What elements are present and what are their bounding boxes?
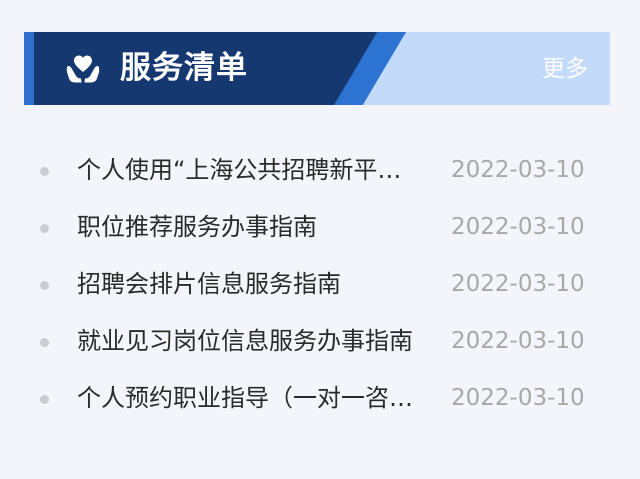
list-item-title[interactable]: 个人使用“上海公共招聘新平… — [77, 150, 437, 190]
list-item-date: 2022-03-10 — [451, 271, 585, 297]
panel-header: 服务清单 更多 — [24, 32, 610, 105]
list-item[interactable]: 职位推荐服务办事指南 2022-03-10 — [24, 197, 610, 254]
list-item[interactable]: 个人使用“上海公共招聘新平… 2022-03-10 — [24, 140, 610, 197]
list-item-title[interactable]: 就业见习岗位信息服务办事指南 — [77, 321, 437, 361]
list-item-title[interactable]: 招聘会排片信息服务指南 — [77, 264, 437, 304]
bullet-dot — [40, 224, 49, 233]
panel-title: 服务清单 — [120, 50, 248, 86]
header-accent-bar — [24, 32, 34, 105]
list-item-date: 2022-03-10 — [451, 385, 585, 411]
list-item[interactable]: 就业见习岗位信息服务办事指南 2022-03-10 — [24, 311, 610, 368]
bullet-dot — [40, 281, 49, 290]
list-item-date: 2022-03-10 — [451, 328, 585, 354]
bullet-dot — [40, 338, 49, 347]
hands-heart-icon — [66, 52, 100, 86]
service-list-panel: 服务清单 更多 个人使用“上海公共招聘新平… 2022-03-10 职位推荐服务… — [0, 0, 640, 479]
list-item-title[interactable]: 个人预约职业指导（一对一咨… — [77, 378, 437, 418]
bullet-dot — [40, 395, 49, 404]
list-item-title[interactable]: 职位推荐服务办事指南 — [77, 207, 437, 247]
service-list: 个人使用“上海公共招聘新平… 2022-03-10 职位推荐服务办事指南 202… — [24, 140, 610, 425]
bullet-dot — [40, 167, 49, 176]
list-item-date: 2022-03-10 — [451, 214, 585, 240]
list-item[interactable]: 招聘会排片信息服务指南 2022-03-10 — [24, 254, 610, 311]
list-item[interactable]: 个人预约职业指导（一对一咨… 2022-03-10 — [24, 368, 610, 425]
more-link[interactable]: 更多 — [542, 49, 588, 89]
list-item-date: 2022-03-10 — [451, 157, 585, 183]
